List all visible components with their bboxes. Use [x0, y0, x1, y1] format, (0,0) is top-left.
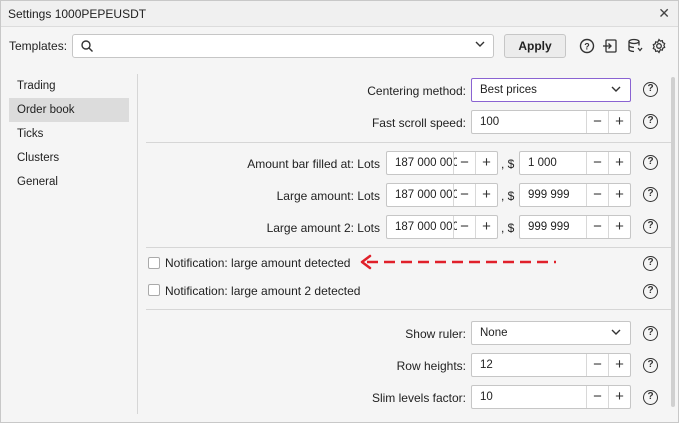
large-amount-2-usd-stepper[interactable]: 999 999 − + — [519, 215, 631, 239]
vertical-scrollbar[interactable] — [671, 77, 675, 407]
apply-button[interactable]: Apply — [504, 34, 566, 58]
fast-scroll-speed-label: Fast scroll speed: — [371, 116, 466, 130]
fast-scroll-speed-value: 100 — [480, 116, 500, 128]
increment-button[interactable]: + — [608, 216, 630, 238]
templates-row: Templates: Apply ? — [1, 27, 678, 67]
sidebar-item-ticks[interactable]: Ticks — [9, 122, 129, 146]
amount-bar-usd-value: 1 000 — [528, 157, 557, 169]
settings-window: Settings 1000PEPEUSDT ✕ Templates: Apply… — [0, 0, 679, 423]
notification-large-amount-2-label: Notification: large amount 2 detected — [165, 284, 361, 298]
slim-levels-factor-value: 10 — [480, 391, 493, 403]
annotation-arrow-icon — [360, 254, 556, 270]
decrement-button[interactable]: − — [586, 354, 608, 376]
title-bar: Settings 1000PEPEUSDT ✕ — [1, 1, 678, 27]
gear-icon[interactable] — [651, 38, 667, 54]
decrement-button[interactable]: − — [453, 152, 475, 174]
decrement-button[interactable]: − — [586, 386, 608, 408]
help-icon[interactable]: ? — [643, 326, 658, 341]
amount-bar-usd-stepper[interactable]: 1 000 − + — [519, 151, 631, 175]
decrement-button[interactable]: − — [586, 216, 608, 238]
close-icon[interactable]: ✕ — [658, 5, 670, 22]
centering-method-label: Centering method: — [367, 84, 466, 98]
templates-label: Templates: — [9, 39, 68, 53]
large-amount-2-lots-value: 187 000 000 — [395, 221, 457, 233]
amount-bar-lots-stepper[interactable]: 187 000 000 − + — [386, 151, 498, 175]
sidebar-item-clusters[interactable]: Clusters — [9, 146, 129, 170]
svg-text:?: ? — [584, 42, 590, 52]
increment-button[interactable]: + — [608, 354, 630, 376]
show-ruler-label: Show ruler: — [405, 327, 466, 341]
sidebar-divider — [137, 74, 138, 414]
large-amount-usd-value: 999 999 — [528, 189, 570, 201]
database-icon[interactable] — [627, 38, 643, 54]
help-icon[interactable]: ? — [643, 82, 658, 97]
notification-large-amount-checkbox[interactable] — [148, 257, 160, 269]
row-heights-label: Row heights: — [396, 359, 466, 373]
chevron-down-icon — [611, 86, 621, 92]
currency-separator: , $ — [501, 157, 515, 171]
section-divider — [146, 247, 671, 248]
centering-method-value: Best prices — [480, 84, 537, 96]
fast-scroll-speed-stepper[interactable]: 100 − + — [471, 110, 631, 134]
increment-button[interactable]: + — [608, 184, 630, 206]
chevron-down-icon[interactable] — [475, 41, 485, 47]
chevron-down-icon — [611, 329, 621, 335]
centering-method-select[interactable]: Best prices — [471, 78, 631, 102]
currency-separator: , $ — [501, 221, 515, 235]
large-amount-lots-stepper[interactable]: 187 000 000 − + — [386, 183, 498, 207]
notification-large-amount-label: Notification: large amount detected — [165, 256, 351, 270]
slim-levels-factor-label: Slim levels factor: — [371, 391, 466, 405]
show-ruler-select[interactable]: None — [471, 321, 631, 345]
increment-button[interactable]: + — [608, 111, 630, 133]
sidebar: Trading Order book Ticks Clusters Genera… — [9, 74, 129, 194]
currency-separator: , $ — [501, 189, 515, 203]
decrement-button[interactable]: − — [453, 216, 475, 238]
large-amount-2-label: Large amount 2: Lots — [266, 221, 380, 235]
help-icon[interactable]: ? — [643, 219, 658, 234]
sidebar-item-general[interactable]: General — [9, 170, 129, 194]
help-icon[interactable]: ? — [643, 284, 658, 299]
large-amount-2-usd-value: 999 999 — [528, 221, 570, 233]
help-icon[interactable]: ? — [643, 114, 658, 129]
help-icon[interactable]: ? — [643, 155, 658, 170]
help-icon[interactable]: ? — [643, 358, 658, 373]
decrement-button[interactable]: − — [586, 184, 608, 206]
decrement-button[interactable]: − — [586, 111, 608, 133]
large-amount-label: Large amount: Lots — [276, 189, 380, 203]
notification-large-amount-2-checkbox[interactable] — [148, 284, 160, 296]
help-icon[interactable]: ? — [643, 187, 658, 202]
sidebar-item-trading[interactable]: Trading — [9, 74, 129, 98]
help-icon[interactable]: ? — [643, 390, 658, 405]
templates-search-input[interactable] — [72, 34, 494, 58]
window-title: Settings 1000PEPEUSDT — [8, 7, 147, 21]
import-icon[interactable] — [602, 38, 618, 54]
increment-button[interactable]: + — [475, 184, 497, 206]
sidebar-item-order-book[interactable]: Order book — [9, 98, 129, 122]
increment-button[interactable]: + — [608, 152, 630, 174]
amount-bar-label: Amount bar filled at: Lots — [247, 157, 380, 171]
large-amount-usd-stepper[interactable]: 999 999 − + — [519, 183, 631, 207]
increment-button[interactable]: + — [475, 152, 497, 174]
large-amount-2-lots-stepper[interactable]: 187 000 000 − + — [386, 215, 498, 239]
row-heights-stepper[interactable]: 12 − + — [471, 353, 631, 377]
row-heights-value: 12 — [480, 359, 493, 371]
section-divider — [146, 142, 671, 143]
show-ruler-value: None — [480, 327, 508, 339]
section-divider — [146, 309, 671, 310]
decrement-button[interactable]: − — [453, 184, 475, 206]
help-icon[interactable]: ? — [579, 38, 595, 54]
help-icon[interactable]: ? — [643, 256, 658, 271]
large-amount-lots-value: 187 000 000 — [395, 189, 457, 201]
amount-bar-lots-value: 187 000 000 — [395, 157, 457, 169]
increment-button[interactable]: + — [475, 216, 497, 238]
slim-levels-factor-stepper[interactable]: 10 − + — [471, 385, 631, 409]
search-icon — [81, 40, 93, 52]
decrement-button[interactable]: − — [586, 152, 608, 174]
increment-button[interactable]: + — [608, 386, 630, 408]
